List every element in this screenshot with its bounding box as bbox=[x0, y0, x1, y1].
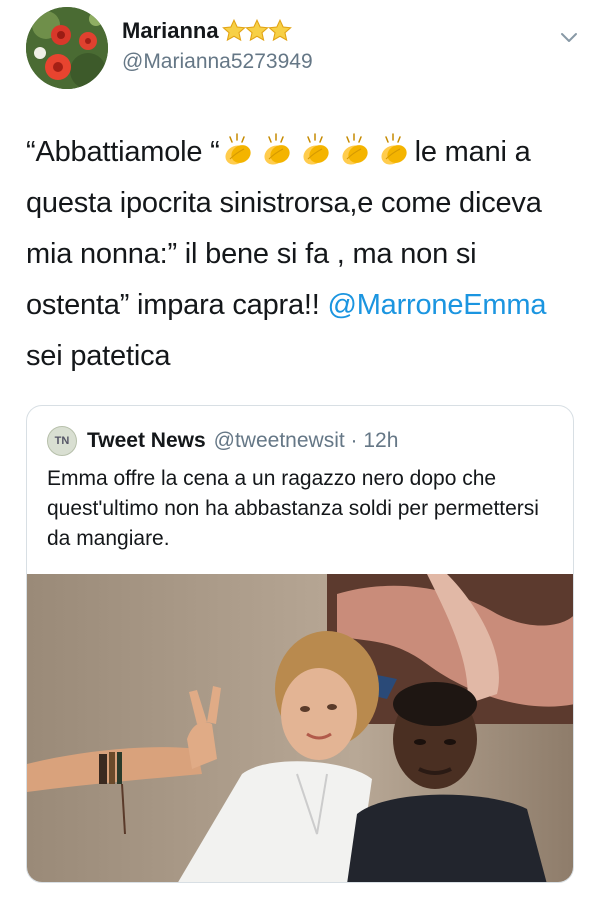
clap-emoji-group bbox=[220, 133, 415, 168]
star-icon bbox=[267, 18, 292, 42]
quoted-tweet-time: 12h bbox=[363, 429, 399, 452]
clapping-hands-icon bbox=[303, 133, 329, 165]
quoted-author-name: Tweet News bbox=[87, 429, 206, 452]
quoted-tweet-text: Emma offre la cena a un ragazzo nero dop… bbox=[47, 467, 539, 550]
quoted-tweet-header: TN Tweet News @tweetnewsit · 12h bbox=[47, 426, 398, 456]
tweet-text: “Abbattiamole “le mani a questa ipocrita… bbox=[26, 127, 586, 382]
author-name-row[interactable]: Marianna bbox=[122, 18, 292, 44]
tweet-text-part3: sei patetica bbox=[26, 340, 171, 372]
quoted-author-handle: @tweetnewsit bbox=[213, 429, 345, 452]
quoted-author-avatar: TN bbox=[47, 426, 77, 456]
clapping-hands-icon bbox=[342, 133, 368, 165]
tweet-text-part1: “Abbattiamole “ bbox=[26, 136, 220, 168]
author-handle[interactable]: @Marianna5273949 bbox=[122, 50, 313, 74]
clapping-hands-icon bbox=[225, 133, 251, 165]
clapping-hands-icon bbox=[264, 133, 290, 165]
separator-dot: · bbox=[344, 429, 364, 452]
star-badges bbox=[221, 18, 292, 44]
chevron-down-icon[interactable] bbox=[556, 24, 582, 50]
author-avatar[interactable] bbox=[26, 7, 108, 89]
mention-link[interactable]: @MarroneEmma bbox=[327, 289, 546, 321]
author-name[interactable]: Marianna bbox=[122, 18, 219, 44]
quoted-tweet-card[interactable]: TN Tweet News @tweetnewsit · 12h Emma of… bbox=[26, 405, 574, 883]
clapping-hands-icon bbox=[381, 133, 407, 165]
quoted-tweet-photo[interactable] bbox=[27, 574, 574, 883]
